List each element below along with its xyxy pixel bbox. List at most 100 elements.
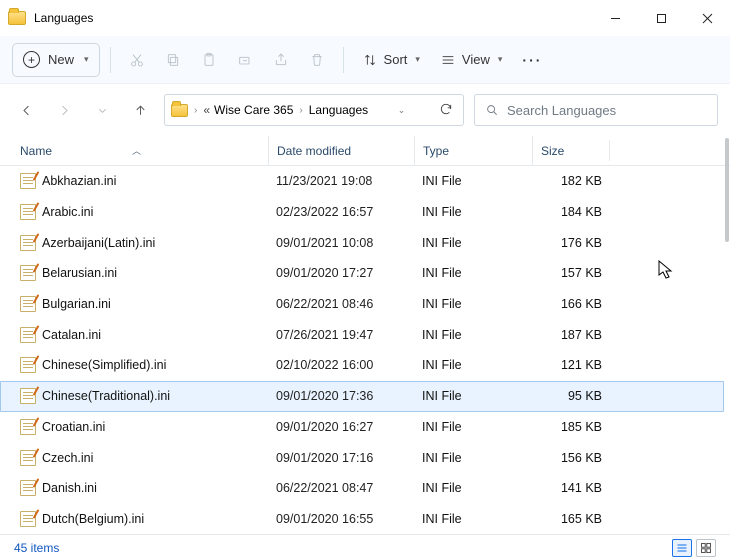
breadcrumb[interactable]: Wise Care 365	[214, 103, 293, 117]
ini-file-icon	[20, 511, 36, 527]
file-size: 185 KB	[532, 420, 610, 434]
view-button[interactable]: View ▾	[432, 43, 510, 77]
file-name: Catalan.ini	[42, 328, 101, 342]
column-header-name[interactable]: Name ︿	[20, 144, 268, 158]
item-count: 45 items	[14, 541, 59, 555]
table-row[interactable]: Catalan.ini 07/26/2021 19:47INI File187 K…	[0, 319, 724, 350]
file-type: INI File	[414, 328, 532, 342]
file-date: 07/26/2021 19:47	[268, 328, 414, 342]
view-icon	[440, 52, 456, 68]
sort-button[interactable]: Sort ▾	[354, 43, 428, 77]
table-row[interactable]: Arabic.ini02/23/2022 16:57INI File184 KB	[0, 197, 724, 228]
file-type: INI File	[414, 236, 532, 250]
sort-asc-icon: ︿	[132, 144, 141, 157]
file-list[interactable]: Abkhazian.ini11/23/2021 19:08INI File182…	[0, 166, 724, 532]
search-icon	[485, 103, 499, 117]
file-name-cell: Croatian.ini	[20, 419, 268, 435]
thumbnails-view-button[interactable]	[696, 539, 716, 557]
address-dropdown[interactable]: ⌄	[394, 105, 410, 116]
close-button[interactable]	[684, 0, 730, 36]
table-row[interactable]: Czech.ini09/01/2020 17:16INI File156 KB	[0, 442, 724, 473]
file-size: 156 KB	[532, 451, 610, 465]
file-size: 165 KB	[532, 512, 610, 526]
breadcrumb[interactable]: Languages	[309, 103, 368, 117]
maximize-button[interactable]	[638, 0, 684, 36]
address-bar[interactable]: › « Wise Care 365 › Languages ⌄	[164, 94, 464, 126]
file-type: INI File	[414, 512, 532, 526]
file-name-cell: Dutch(Belgium).ini	[20, 511, 268, 527]
file-size: 121 KB	[532, 358, 610, 372]
up-button[interactable]	[126, 96, 154, 124]
titlebar: Languages	[0, 0, 730, 36]
file-size: 187 KB	[532, 328, 610, 342]
share-button[interactable]	[265, 43, 297, 77]
table-row[interactable]: Croatian.ini09/01/2020 16:27INI File185 …	[0, 412, 724, 443]
file-name: Azerbaijani(Latin).ini	[42, 236, 155, 250]
table-row[interactable]: Chinese(Simplified).ini02/10/2022 16:00I…	[0, 350, 724, 381]
details-view-button[interactable]	[672, 539, 692, 557]
file-name-cell: Czech.ini	[20, 450, 268, 466]
nav-row: › « Wise Care 365 › Languages ⌄ Search L…	[0, 84, 730, 136]
breadcrumb-overflow[interactable]: «	[203, 103, 210, 117]
paste-button[interactable]	[193, 43, 225, 77]
file-date: 09/01/2020 17:27	[268, 266, 414, 280]
delete-button[interactable]	[301, 43, 333, 77]
ini-file-icon	[20, 357, 36, 373]
new-button[interactable]: + New ▾	[12, 43, 100, 77]
file-date: 02/10/2022 16:00	[268, 358, 414, 372]
new-label: New	[48, 52, 74, 67]
scrollbar[interactable]	[724, 136, 730, 532]
table-row[interactable]: Abkhazian.ini11/23/2021 19:08INI File182…	[0, 166, 724, 197]
column-size-label: Size	[541, 144, 564, 158]
copy-button[interactable]	[157, 43, 189, 77]
separator	[343, 47, 344, 73]
separator	[110, 47, 111, 73]
file-date: 06/22/2021 08:47	[268, 481, 414, 495]
file-name-cell: Belarusian.ini	[20, 265, 268, 281]
search-input[interactable]: Search Languages	[474, 94, 718, 126]
dots-icon: ···	[522, 52, 542, 68]
file-date: 02/23/2022 16:57	[268, 205, 414, 219]
refresh-button[interactable]	[435, 102, 457, 119]
file-name: Arabic.ini	[42, 205, 93, 219]
forward-button[interactable]	[50, 96, 78, 124]
column-header-row: Name ︿ Date modified Type Size	[0, 136, 730, 166]
minimize-button[interactable]	[592, 0, 638, 36]
ini-file-icon	[20, 265, 36, 281]
scrollbar-thumb[interactable]	[725, 138, 729, 242]
file-name-cell: Catalan.ini	[20, 327, 268, 343]
file-name-cell: Danish.ini	[20, 480, 268, 496]
ini-file-icon	[20, 327, 36, 343]
table-row[interactable]: Danish.ini06/22/2021 08:47INI File141 KB	[0, 473, 724, 504]
file-name: Belarusian.ini	[42, 266, 117, 280]
back-button[interactable]	[12, 96, 40, 124]
table-row[interactable]: Belarusian.ini09/01/2020 17:27INI File15…	[0, 258, 724, 289]
table-row[interactable]: Azerbaijani(Latin).ini09/01/2021 10:08IN…	[0, 227, 724, 258]
ini-file-icon	[20, 204, 36, 220]
ini-file-icon	[20, 296, 36, 312]
column-header-type[interactable]: Type	[414, 136, 532, 165]
file-size: 166 KB	[532, 297, 610, 311]
chevron-down-icon: ▾	[84, 54, 89, 65]
more-button[interactable]: ···	[514, 43, 550, 77]
file-date: 09/01/2020 17:36	[268, 389, 414, 403]
folder-icon	[171, 104, 188, 117]
file-name: Abkhazian.ini	[42, 174, 116, 188]
chevron-right-icon: ›	[297, 105, 304, 116]
table-row[interactable]: Bulgarian.ini06/22/2021 08:46INI File166…	[0, 289, 724, 320]
table-row[interactable]: Chinese(Traditional).ini09/01/2020 17:36…	[0, 381, 724, 412]
window-title: Languages	[34, 11, 93, 25]
file-type: INI File	[414, 420, 532, 434]
rename-button[interactable]	[229, 43, 261, 77]
file-type: INI File	[414, 266, 532, 280]
recent-locations-button[interactable]	[88, 96, 116, 124]
table-row[interactable]: Dutch(Belgium).ini09/01/2020 16:55INI Fi…	[0, 504, 724, 532]
toolbar: + New ▾ Sort ▾ View ▾ ···	[0, 36, 730, 84]
column-header-size[interactable]: Size	[532, 136, 610, 165]
column-type-label: Type	[423, 144, 449, 158]
file-size: 95 KB	[532, 389, 610, 403]
file-type: INI File	[414, 451, 532, 465]
column-header-date[interactable]: Date modified	[268, 136, 414, 165]
ini-file-icon	[20, 235, 36, 251]
cut-button[interactable]	[121, 43, 153, 77]
